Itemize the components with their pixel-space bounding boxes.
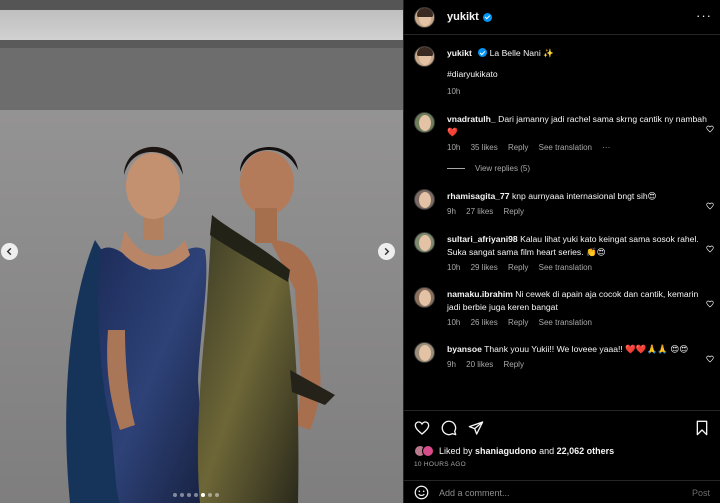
emoji-smiley-icon[interactable] [414,485,429,500]
reply-button[interactable]: Reply [508,143,528,152]
reply-button[interactable]: Reply [504,207,524,216]
comment-time: 9h [447,207,456,216]
like-comment-heart-icon[interactable] [706,240,714,253]
like-comment-heart-icon[interactable] [706,197,714,210]
add-comment-input[interactable] [439,487,679,498]
carousel-dot [180,493,184,497]
author-avatar[interactable] [414,6,435,28]
chevron-left-icon [6,247,12,256]
commenter-avatar[interactable] [414,189,435,210]
commenter-username[interactable]: rhamisagita_77 [447,191,510,201]
verified-badge-icon [482,12,492,22]
previous-media-button[interactable] [1,243,18,260]
caption-avatar[interactable] [414,46,435,67]
carousel-dot [187,493,191,497]
reply-button[interactable]: Reply [504,360,524,369]
comment-time: 10h [447,318,461,327]
like-heart-icon[interactable] [414,420,430,436]
comment-likes[interactable]: 27 likes [466,207,493,216]
carousel-dot [201,493,205,497]
reply-button[interactable]: Reply [508,263,528,272]
see-translation-button[interactable]: See translation [539,143,592,152]
add-comment-bar: Post [404,480,720,503]
carousel-dot [208,493,212,497]
caption-hashtag[interactable]: #diaryukikato [447,68,709,81]
caption-line1: La Belle Nani ✨ [489,48,554,58]
comment-meta: 9h 27 likes Reply [447,205,709,218]
post-photo [0,0,403,503]
post-timestamp: 10 HOURS AGO [414,461,467,468]
comment-likes[interactable]: 29 likes [471,263,498,272]
view-replies-button[interactable]: View replies (5) [447,164,530,173]
commenter-username[interactable]: sultari_afriyani98 [447,234,518,244]
author-username[interactable]: yukikt [447,11,479,23]
more-options-icon[interactable]: ··· [696,8,712,23]
commenter-avatar[interactable] [414,287,435,308]
next-media-button[interactable] [378,243,395,260]
see-translation-button[interactable]: See translation [539,318,592,327]
caption-username[interactable]: yukikt [447,48,472,58]
comment-likes[interactable]: 20 likes [466,360,493,369]
carousel-indicator [173,493,219,497]
comment-options-button[interactable]: ··· [602,143,610,152]
comments-list[interactable]: yukikt La Belle Nani ✨ #diaryukikato 10h… [404,36,720,404]
likes-text[interactable]: Liked by shaniagudono and 22,062 others [439,446,614,456]
commenter-avatar[interactable] [414,112,435,133]
comment-text: knp aurnyaaa internasional bngt sih😍 [511,191,657,201]
post-actions: Liked by shaniagudono and 22,062 others … [404,410,720,503]
likes-summary: Liked by shaniagudono and 22,062 others [414,445,710,457]
comment-time: 10h [447,263,461,272]
liker-avatar [422,445,434,457]
post-panel: yukikt ··· yukikt La Belle Nani ✨ #diary… [403,0,720,503]
like-comment-heart-icon[interactable] [706,295,714,308]
commenter-username[interactable]: namaku.ibrahim [447,289,513,299]
share-paper-plane-icon[interactable] [468,420,484,436]
chevron-right-icon [384,247,390,256]
post-media[interactable] [0,0,403,503]
comment-meta: 10h 29 likes Reply See translation [447,261,709,274]
carousel-dot [173,493,177,497]
comment-likes[interactable]: 26 likes [471,318,498,327]
comment-meta: 10h 35 likes Reply See translation ··· [447,141,709,154]
commenter-username[interactable]: vnadratulh_ [447,114,496,124]
action-bar [414,417,710,439]
comment-bubble-icon[interactable] [441,420,457,436]
post-comment-button[interactable]: Post [692,488,710,498]
reply-button[interactable]: Reply [508,318,528,327]
commenter-avatar[interactable] [414,342,435,363]
comment-text: Thank youu Yukii!! We loveee yaaa!! ❤️❤️… [484,344,689,354]
see-translation-button[interactable]: See translation [539,263,592,272]
comment-likes[interactable]: 35 likes [471,143,498,152]
like-comment-heart-icon[interactable] [706,350,714,363]
verified-badge-icon [478,48,488,57]
comment-time: 10h [447,143,461,152]
commenter-avatar[interactable] [414,232,435,253]
carousel-dot [194,493,198,497]
post-header: yukikt ··· [404,0,720,35]
save-bookmark-icon[interactable] [694,420,710,436]
comment-time: 9h [447,360,456,369]
comment-meta: 10h 26 likes Reply See translation [447,316,709,329]
carousel-dot [215,493,219,497]
commenter-username[interactable]: byansoe [447,344,482,354]
caption-time: 10h [447,87,461,96]
like-comment-heart-icon[interactable] [706,120,714,133]
comment-meta: 9h 20 likes Reply [447,358,709,371]
